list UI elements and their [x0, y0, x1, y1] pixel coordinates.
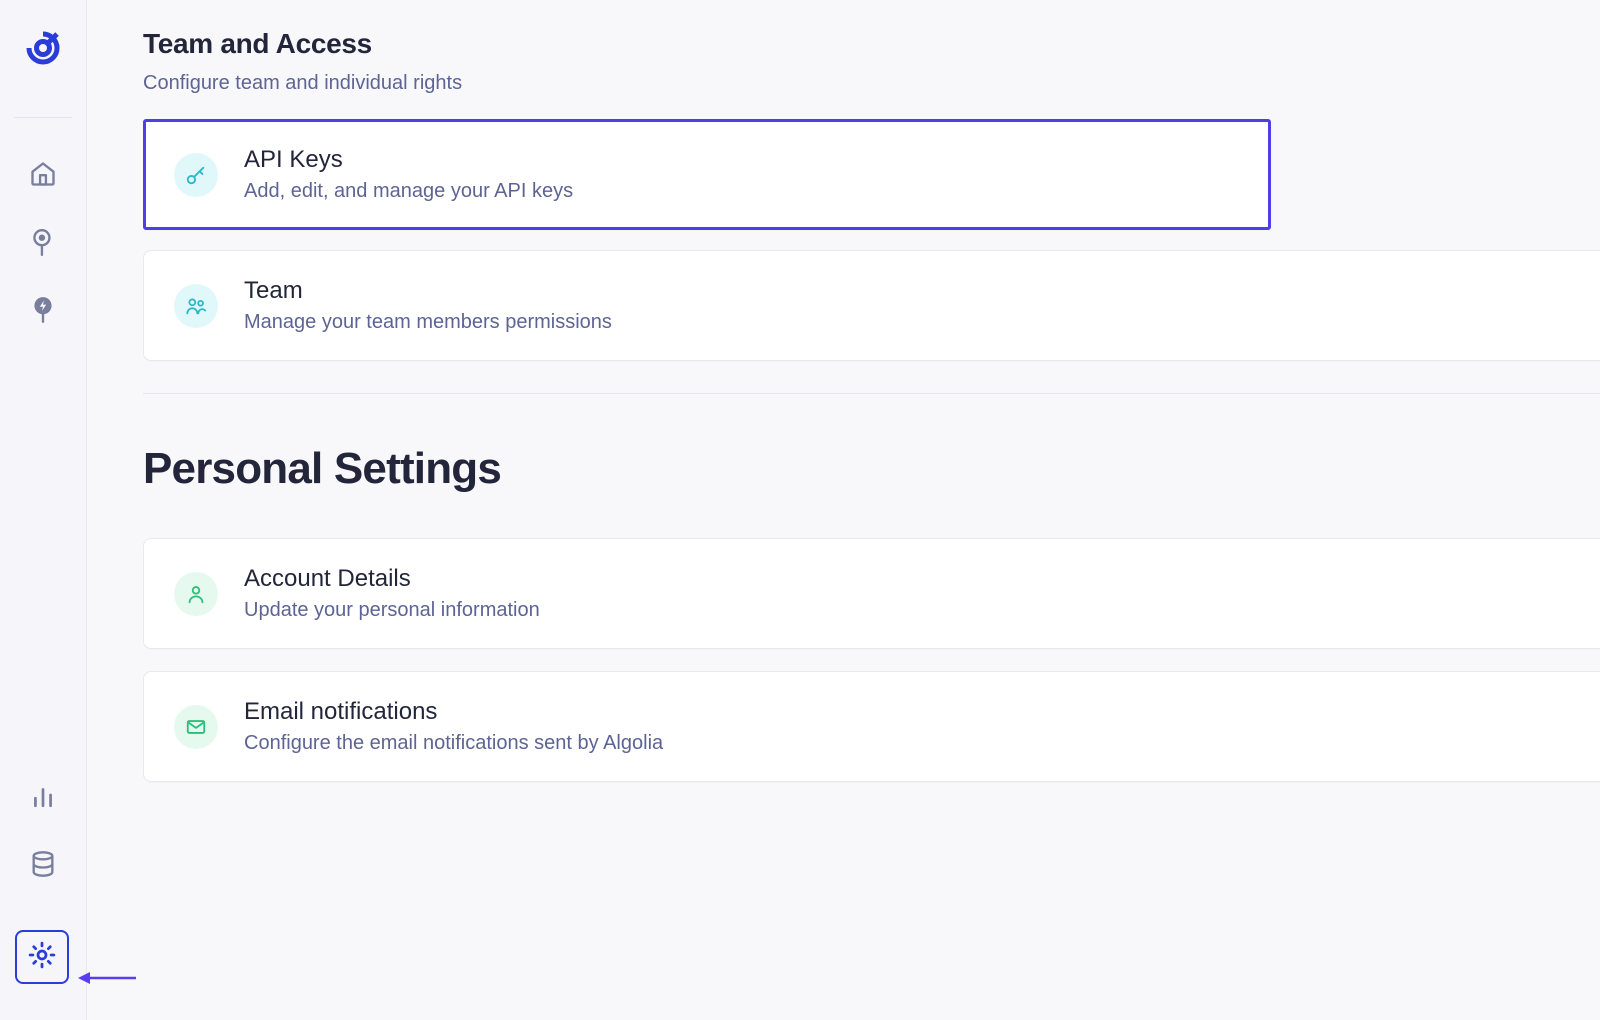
users-icon	[174, 284, 218, 328]
card-title: Team	[244, 277, 612, 305]
mail-icon	[174, 705, 218, 749]
card-account-details[interactable]: Account Details Update your personal inf…	[143, 538, 1600, 649]
user-icon	[174, 572, 218, 616]
sidebar-item-home[interactable]	[21, 154, 65, 198]
card-title: Account Details	[244, 565, 540, 593]
card-email-notifications[interactable]: Email notifications Configure the email …	[143, 671, 1600, 782]
sidebar-item-search[interactable]	[21, 222, 65, 266]
card-desc: Update your personal information	[244, 599, 540, 622]
home-icon	[29, 160, 57, 193]
bar-chart-icon	[30, 783, 56, 814]
sidebar	[0, 0, 87, 1020]
card-title: Email notifications	[244, 698, 663, 726]
search-icon	[30, 227, 56, 262]
sidebar-item-ai[interactable]	[21, 290, 65, 334]
sidebar-item-settings[interactable]	[15, 930, 69, 984]
section-title-team-access: Team and Access	[143, 28, 1600, 60]
card-desc: Add, edit, and manage your API keys	[244, 180, 573, 203]
sidebar-item-analytics[interactable]	[21, 776, 65, 820]
main-content: Team and Access Configure team and indiv…	[87, 0, 1600, 1020]
card-desc: Configure the email notifications sent b…	[244, 732, 663, 755]
card-desc: Manage your team members permissions	[244, 311, 612, 334]
bolt-circle-icon	[30, 295, 56, 330]
card-team[interactable]: Team Manage your team members permission…	[143, 250, 1600, 361]
gear-icon	[27, 940, 57, 975]
sidebar-item-data[interactable]	[21, 844, 65, 888]
heading-personal-settings: Personal Settings	[143, 444, 1600, 494]
section-subtitle-team-access: Configure team and individual rights	[143, 72, 1600, 95]
app-logo[interactable]	[23, 28, 63, 73]
card-title: API Keys	[244, 146, 573, 174]
section-divider	[143, 393, 1600, 394]
sidebar-divider	[14, 117, 72, 118]
key-icon	[174, 153, 218, 197]
database-icon	[29, 850, 57, 883]
card-api-keys[interactable]: API Keys Add, edit, and manage your API …	[143, 119, 1271, 230]
